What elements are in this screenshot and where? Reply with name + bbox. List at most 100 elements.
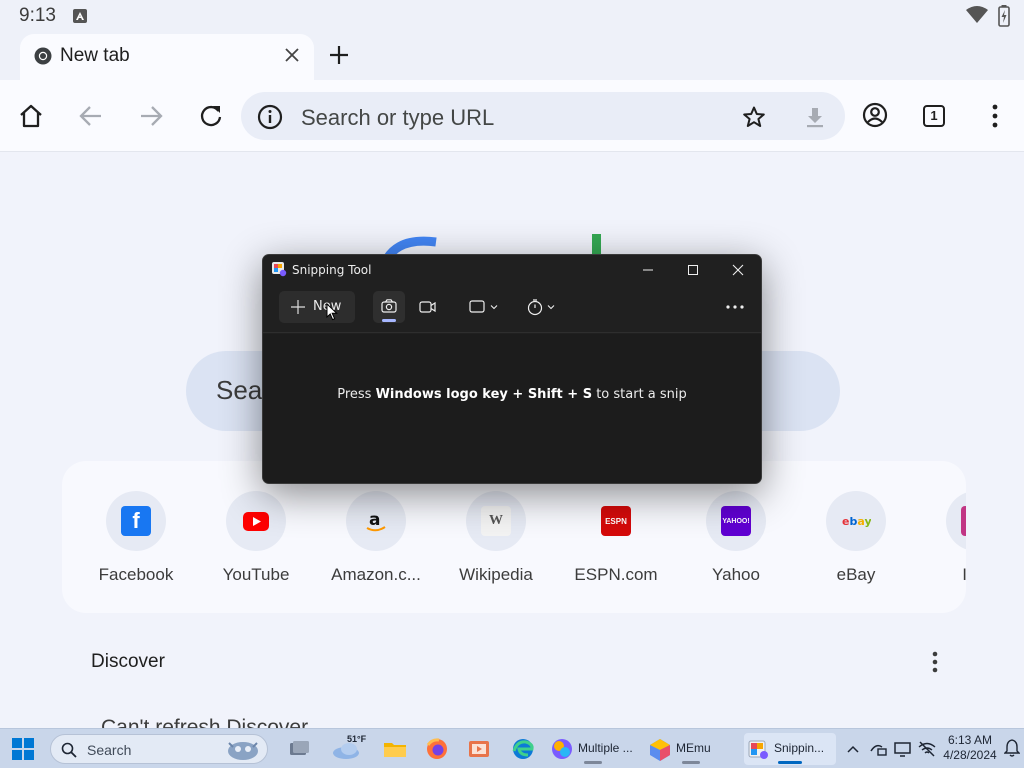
overflow-menu-icon[interactable] — [982, 103, 1008, 134]
chevron-up-icon[interactable] — [846, 739, 860, 764]
taskbar-app-snipping-tool[interactable]: Snippin... — [744, 733, 836, 765]
minimize-button[interactable] — [625, 255, 671, 285]
windows-start-icon[interactable] — [12, 738, 34, 765]
taskbar-app-memu[interactable]: MEmu — [646, 733, 736, 765]
facebook-icon: f — [121, 506, 151, 536]
bookmark-star-icon[interactable] — [742, 105, 766, 134]
status-time: 9:13 — [19, 5, 56, 26]
android-status-bar: 9:13 — [0, 0, 1024, 32]
shortcut-label: Facebook — [98, 565, 174, 584]
clock-time: 6:13 AM — [947, 733, 993, 747]
tab-strip: New tab — [0, 32, 1024, 80]
instagram-icon — [961, 506, 966, 536]
shortcut-youtube[interactable]: YouTube — [196, 491, 316, 601]
snip-delay-dropdown[interactable] — [522, 291, 562, 323]
home-icon[interactable] — [18, 103, 44, 134]
wifi-icon — [966, 6, 988, 29]
discover-message: Can't refresh Discover — [101, 716, 309, 728]
search-icon — [61, 742, 77, 763]
youtube-icon — [241, 506, 271, 536]
ntp-search-placeholder: Sea — [216, 375, 263, 405]
new-snip-button[interactable]: New — [279, 291, 355, 323]
snipping-tool-titlebar[interactable]: Snipping Tool — [263, 255, 761, 285]
video-mode-button[interactable] — [411, 291, 443, 323]
shortcut-facebook[interactable]: f Facebook — [76, 491, 196, 601]
network-sync-icon[interactable] — [868, 739, 888, 764]
more-dots-icon — [726, 305, 744, 309]
shortcut-espn[interactable]: ESPN ESPN.com — [556, 491, 676, 601]
see-more-button[interactable] — [719, 291, 751, 323]
windows-taskbar: Search 51°F Multiple ... MEmu Snippin... — [0, 728, 1024, 768]
yahoo-icon: YAHOO! — [721, 506, 751, 536]
shortcut-label: Yahoo — [712, 565, 760, 584]
reload-icon[interactable] — [198, 103, 224, 134]
forward-arrow-icon[interactable] — [138, 103, 164, 134]
edge-icon[interactable] — [508, 733, 538, 765]
snipping-tool-title: Snipping Tool — [292, 263, 372, 277]
notification-icon — [73, 9, 87, 23]
memu-icon — [650, 739, 670, 761]
shortcut-amazon[interactable]: a Amazon.c... — [316, 491, 436, 601]
wifi-off-icon[interactable] — [917, 739, 937, 764]
shortcut-label: Amazon.c... — [331, 565, 421, 584]
battery-icon — [998, 5, 1010, 32]
running-indicator — [682, 761, 700, 764]
media-player-icon[interactable] — [464, 733, 494, 765]
svg-text:a: a — [369, 510, 380, 530]
screenshot-mode-button[interactable] — [373, 291, 405, 323]
shortcut-ebay[interactable]: ebay eBay — [796, 491, 916, 601]
back-arrow-icon[interactable] — [78, 103, 104, 134]
tab-new-tab[interactable]: New tab — [20, 34, 314, 80]
display-icon[interactable] — [893, 739, 913, 764]
multiple-instance-icon — [552, 739, 572, 759]
weather-temp: 51°F — [347, 734, 367, 744]
taskbar-app-multiple-instance[interactable]: Multiple ... — [548, 733, 638, 765]
snip-shape-dropdown[interactable] — [465, 291, 505, 323]
selected-mode-indicator — [382, 319, 396, 322]
browser-toolbar: Search or type URL 1 — [0, 80, 1024, 152]
snip-hint-text: Press Windows logo key + Shift + S to st… — [263, 387, 761, 402]
shortcut-label: ESPN.com — [574, 565, 658, 584]
snipping-tool-commandbar: New — [263, 285, 761, 333]
tab-switcher-button[interactable]: 1 — [923, 105, 945, 127]
task-view-icon[interactable] — [284, 733, 314, 765]
shortcut-label: YouTube — [222, 565, 290, 584]
taskbar-clock[interactable]: 6:13 AM 4/28/2024 — [938, 733, 1002, 763]
snipping-tool-app-icon — [271, 261, 287, 281]
discover-heading: Discover — [91, 651, 165, 672]
notification-bell-icon[interactable] — [1003, 738, 1021, 763]
capture-mode-group — [373, 291, 445, 323]
search-highlight-icon — [223, 737, 263, 768]
hint-suffix: to start a snip — [592, 387, 687, 402]
shortcut-label: Wikipedia — [459, 565, 533, 584]
shortcut-yahoo[interactable]: YAHOO! Yahoo — [676, 491, 796, 601]
amazon-icon: a — [361, 506, 391, 536]
taskbar-app-label: Snippin... — [774, 741, 825, 755]
clock-date: 4/28/2024 — [943, 748, 997, 762]
taskbar-search-box[interactable]: Search — [50, 734, 268, 764]
info-icon[interactable] — [257, 104, 283, 135]
weather-icon[interactable]: 51°F — [330, 733, 370, 765]
maximize-button[interactable] — [670, 255, 716, 285]
tab-title: New tab — [60, 45, 130, 66]
taskbar-search-placeholder: Search — [87, 742, 132, 758]
plus-icon — [291, 300, 305, 314]
shortcut-wikipedia[interactable]: W Wikipedia — [436, 491, 556, 601]
discover-menu-icon[interactable] — [928, 651, 942, 678]
new-tab-plus-icon[interactable] — [328, 44, 350, 71]
snipping-tool-canvas: Press Windows logo key + Shift + S to st… — [263, 334, 761, 483]
account-icon[interactable] — [862, 102, 888, 133]
download-icon[interactable] — [803, 105, 827, 134]
firefox-icon[interactable] — [422, 733, 452, 765]
snipping-tool-window: Snipping Tool New — [262, 254, 762, 484]
snipping-tool-icon — [748, 740, 768, 759]
file-explorer-icon[interactable] — [380, 733, 410, 765]
hint-shortcut: Windows logo key + Shift + S — [375, 387, 593, 402]
shortcut-instagram[interactable]: Inst — [916, 491, 966, 601]
shortcut-label: Inst — [962, 565, 966, 584]
taskbar-app-label: MEmu — [676, 741, 711, 755]
tab-close-icon[interactable] — [284, 47, 300, 68]
omnibox[interactable]: Search or type URL — [241, 92, 845, 140]
taskbar-app-label: Multiple ... — [578, 741, 633, 755]
close-button[interactable] — [715, 255, 761, 285]
